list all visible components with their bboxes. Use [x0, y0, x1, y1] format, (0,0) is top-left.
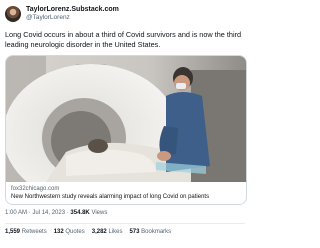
- views-label: Views: [91, 210, 108, 216]
- likes-label: Likes: [108, 229, 123, 235]
- views-count: 354.8K: [70, 210, 90, 216]
- divider: [5, 223, 245, 224]
- display-name[interactable]: TaylorLorenz.Substack.com: [26, 6, 119, 14]
- timestamp-separator: ·: [28, 210, 31, 216]
- engagement-stats: 1,559 Retweets 132 Quotes 3,282 Likes 57…: [5, 229, 245, 235]
- mri-scanner-photo-icon: [6, 56, 246, 182]
- user-handle[interactable]: @TaylorLorenz: [26, 14, 119, 22]
- likes-stat[interactable]: 3,282 Likes: [92, 229, 123, 235]
- tweet-text: Long Covid occurs in about a third of Co…: [5, 30, 242, 49]
- timestamp-separator: ·: [66, 210, 69, 216]
- tweet-timestamp: 1:00 AM · Jul 14, 2023 · 354.8K Views: [5, 210, 245, 216]
- tweet-date[interactable]: Jul 14, 2023: [32, 210, 65, 216]
- avatar[interactable]: [5, 6, 21, 22]
- retweets-count: 1,559: [5, 229, 21, 235]
- card-image[interactable]: [6, 56, 246, 182]
- author-names: TaylorLorenz.Substack.com @TaylorLorenz: [26, 6, 119, 22]
- tweet: TaylorLorenz.Substack.com @TaylorLorenz …: [0, 0, 250, 248]
- tweet-header: TaylorLorenz.Substack.com @TaylorLorenz: [5, 4, 245, 24]
- quotes-label: Quotes: [65, 229, 85, 235]
- card-meta: fox32chicago.com New Northwestern study …: [6, 182, 246, 204]
- retweets-stat[interactable]: 1,559 Retweets: [5, 229, 47, 235]
- quotes-count: 132: [53, 229, 64, 235]
- card-title[interactable]: New Northwestern study reveals alarming …: [11, 193, 241, 201]
- bookmarks-count: 573: [129, 229, 140, 235]
- card-domain: fox32chicago.com: [11, 186, 60, 192]
- likes-count: 3,282: [91, 229, 107, 235]
- bookmarks-label: Bookmarks: [141, 229, 172, 235]
- retweets-label: Retweets: [21, 229, 47, 235]
- link-card[interactable]: fox32chicago.com New Northwestern study …: [5, 55, 247, 205]
- quotes-stat[interactable]: 132 Quotes: [54, 229, 85, 235]
- bookmarks-stat[interactable]: 573 Bookmarks: [129, 229, 171, 235]
- tweet-time[interactable]: 1:00 AM: [5, 210, 27, 216]
